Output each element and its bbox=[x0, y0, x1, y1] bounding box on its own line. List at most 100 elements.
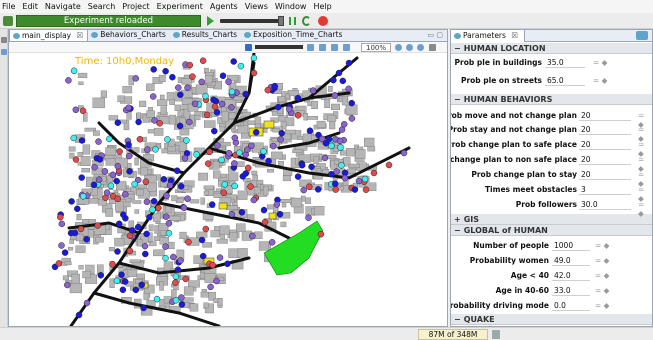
chevron-down-icon[interactable] bbox=[429, 44, 436, 51]
window-controls[interactable]: ▭ ▢ bbox=[428, 31, 443, 39]
trash-icon[interactable] bbox=[492, 330, 500, 339]
agent bbox=[400, 149, 408, 157]
agent bbox=[317, 230, 325, 238]
parameter-value-field[interactable]: 20 bbox=[579, 124, 631, 135]
building bbox=[252, 174, 259, 182]
parameter-reset-icon[interactable]: = ◆ bbox=[595, 256, 609, 265]
section-gis[interactable]: + GIS bbox=[451, 214, 652, 225]
section-human-behaviors[interactable]: − HUMAN BEHAVIORS bbox=[451, 94, 652, 105]
agent bbox=[125, 152, 133, 160]
tab-main-display[interactable]: main_display ☒ bbox=[9, 29, 89, 41]
section-toggle-icon[interactable]: − bbox=[454, 44, 461, 53]
play-icon[interactable] bbox=[207, 16, 214, 26]
zoom-level[interactable]: 100% bbox=[361, 43, 391, 52]
parameter-reset-icon[interactable]: = ◆ bbox=[593, 76, 607, 85]
menu-agents[interactable]: Agents bbox=[210, 2, 238, 11]
zoom-fit-icon[interactable] bbox=[417, 44, 424, 51]
parameter-reset-icon[interactable]: = ◆ bbox=[593, 58, 607, 67]
parameter-value-field[interactable]: 3 bbox=[579, 184, 631, 195]
pause-display-icon[interactable] bbox=[245, 44, 252, 51]
section-quake[interactable]: − QUAKE bbox=[451, 314, 652, 325]
agent bbox=[75, 311, 83, 319]
parameter-value-field[interactable]: 33.0 bbox=[552, 285, 590, 296]
minimize-panel-icon[interactable] bbox=[1, 37, 7, 43]
menu-navigate[interactable]: Navigate bbox=[45, 2, 81, 11]
experiment-icon[interactable] bbox=[3, 16, 13, 26]
section-title: QUAKE bbox=[463, 315, 495, 324]
building bbox=[278, 96, 286, 103]
building bbox=[285, 93, 290, 99]
zoom-out-icon[interactable] bbox=[406, 44, 413, 51]
close-icon[interactable]: ☒ bbox=[511, 31, 518, 40]
agent bbox=[114, 195, 121, 203]
speed-slider[interactable] bbox=[220, 19, 282, 23]
navigator-icon[interactable] bbox=[1, 49, 7, 55]
menu-search[interactable]: Search bbox=[88, 2, 115, 11]
parameter-reset-icon[interactable]: = ◆ bbox=[595, 286, 609, 295]
speed-slider-handle[interactable] bbox=[278, 16, 284, 26]
parameters-panel: Parameters ☒ − HUMAN LOCATION − HUMAN BEHAV… bbox=[450, 29, 653, 327]
parameter-row: Prob change plan to safe place 20 = ◆ bbox=[451, 137, 652, 158]
parameter-value-field[interactable]: 49.0 bbox=[552, 255, 590, 266]
agent bbox=[199, 252, 207, 260]
parameter-label: Prob change plan to non safe place bbox=[450, 155, 577, 164]
snapshot-icon[interactable] bbox=[343, 44, 350, 51]
tab-parameters[interactable]: Parameters ☒ bbox=[451, 30, 526, 42]
parameter-label: Prob followers bbox=[515, 200, 577, 209]
section-human-location[interactable]: − HUMAN LOCATION bbox=[451, 43, 652, 54]
parameter-value-field[interactable]: 35.0 bbox=[545, 57, 585, 68]
section-title: GIS bbox=[463, 215, 480, 224]
section-global-human[interactable]: − GLOBAL of HUMAN bbox=[451, 225, 652, 236]
tab-behaviors-charts[interactable]: Behaviors_Charts bbox=[88, 29, 169, 41]
building bbox=[69, 282, 82, 294]
parameter-reset-icon[interactable]: = ◆ bbox=[638, 200, 652, 218]
section-toggle-icon[interactable]: − bbox=[454, 95, 461, 104]
reload-icon[interactable] bbox=[302, 16, 311, 26]
sync-icon[interactable] bbox=[307, 44, 314, 51]
agent bbox=[177, 183, 185, 190]
menu-project[interactable]: Project bbox=[122, 2, 149, 11]
map-canvas[interactable] bbox=[9, 53, 447, 326]
building bbox=[77, 72, 88, 78]
layers-icon[interactable] bbox=[319, 44, 326, 51]
parameter-reset-icon[interactable]: = ◆ bbox=[595, 271, 609, 280]
agent bbox=[306, 127, 314, 134]
section-toggle-icon[interactable]: + bbox=[454, 215, 461, 224]
parameter-reset-icon[interactable]: = ◆ bbox=[595, 301, 609, 310]
zoom-in-icon[interactable] bbox=[395, 44, 402, 51]
parameter-value-field[interactable]: 20 bbox=[579, 139, 631, 150]
parameter-value-field[interactable]: 20 bbox=[579, 169, 631, 180]
section-toggle-icon[interactable]: − bbox=[454, 226, 461, 235]
menu-edit[interactable]: Edit bbox=[22, 2, 38, 11]
parameter-reset-icon[interactable]: = ◆ bbox=[595, 241, 609, 250]
menu-file[interactable]: File bbox=[2, 2, 15, 11]
agent bbox=[250, 54, 258, 62]
parameter-value-field[interactable]: 42.0 bbox=[552, 270, 590, 281]
agent bbox=[78, 137, 86, 144]
building bbox=[189, 199, 200, 204]
stop-icon[interactable] bbox=[318, 16, 328, 26]
simulation-map[interactable]: Time: 10h0,Monday bbox=[9, 53, 447, 326]
overlay-icon[interactable] bbox=[331, 44, 338, 51]
tab-exposition-time-charts[interactable]: Exposition_Time_Charts bbox=[241, 29, 346, 41]
parameter-value-field[interactable]: 0.0 bbox=[552, 300, 590, 311]
parameter-value-field[interactable]: 1000 bbox=[552, 240, 590, 251]
parameter-value-field[interactable]: 20 bbox=[579, 110, 631, 121]
parameter-row: Probability women 49.0 = ◆ bbox=[451, 253, 652, 268]
parameter-value-field[interactable]: 65.0 bbox=[545, 75, 585, 86]
parameter-value-field[interactable]: 20 bbox=[579, 154, 631, 165]
building bbox=[278, 160, 284, 166]
menu-experiment[interactable]: Experiment bbox=[157, 2, 203, 11]
display-refresh-slider[interactable] bbox=[255, 45, 303, 49]
section-toggle-icon[interactable]: − bbox=[454, 315, 461, 324]
menu-help[interactable]: Help bbox=[313, 2, 331, 11]
view-menu-icon[interactable] bbox=[636, 31, 648, 40]
parameter-value-field[interactable]: 30.0 bbox=[579, 199, 631, 210]
agent bbox=[67, 229, 75, 237]
close-icon[interactable]: ☒ bbox=[77, 31, 84, 40]
menu-views[interactable]: Views bbox=[245, 2, 268, 11]
tab-results-charts[interactable]: Results_Charts bbox=[170, 29, 241, 41]
step-icon[interactable] bbox=[289, 16, 298, 26]
menu-window[interactable]: Window bbox=[275, 2, 307, 11]
agent bbox=[208, 201, 216, 208]
